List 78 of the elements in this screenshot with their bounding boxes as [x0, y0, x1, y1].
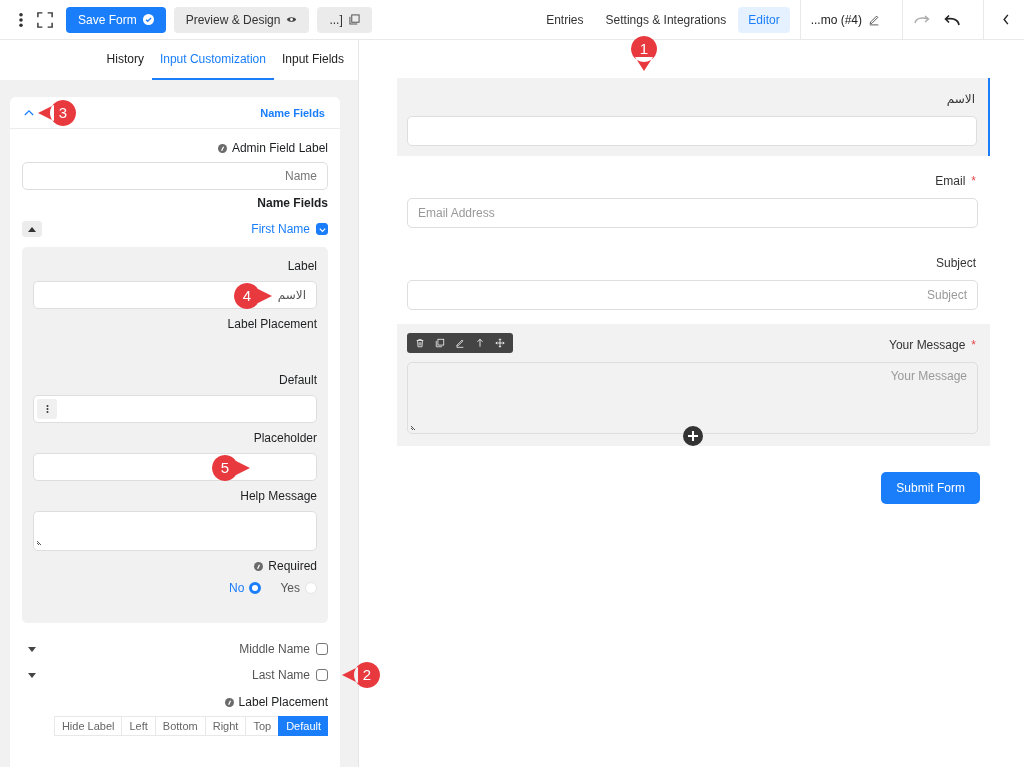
callout-marker: 5 — [212, 455, 250, 481]
radio-label[interactable]: Yes — [280, 581, 300, 595]
field-label: Email — [935, 174, 966, 188]
move-icon[interactable] — [495, 338, 505, 348]
input-field[interactable]: 5 — [33, 453, 317, 481]
segment-button[interactable]: Top — [245, 716, 279, 736]
trash-icon[interactable] — [415, 338, 425, 348]
pencil-icon[interactable] — [455, 338, 465, 348]
subfield-label: First Name — [251, 222, 310, 236]
add-field-icon[interactable] — [682, 426, 703, 446]
check-circle-icon — [142, 14, 154, 25]
info-icon — [254, 561, 264, 571]
shortcode-button[interactable]: ...] — [317, 6, 372, 33]
caret-up-icon — [28, 226, 36, 232]
caret-down-icon[interactable] — [28, 672, 36, 678]
collapse-button[interactable] — [22, 221, 42, 237]
panel-tab[interactable]: Input Fields — [273, 40, 352, 80]
field-label: Subject — [935, 256, 976, 270]
eye-icon — [286, 14, 298, 25]
arrow-up-icon[interactable] — [475, 338, 485, 348]
field-label: Your Message — [889, 338, 966, 352]
field-label: Admin Field Label — [231, 141, 328, 155]
resize-grip-icon[interactable] — [410, 423, 418, 431]
segment-button[interactable]: Hide Label — [53, 716, 122, 736]
menu-icon[interactable] — [18, 11, 24, 28]
field-label: Label — [287, 259, 317, 273]
required-asterisk: * — [971, 338, 976, 352]
nav-tab[interactable]: Settings & Integrations — [595, 6, 737, 33]
caret-down-icon[interactable] — [28, 646, 36, 652]
input-field[interactable] — [33, 395, 317, 423]
callout-marker: 2 — [342, 662, 380, 688]
field-label: Help Message — [240, 489, 317, 503]
preview-design-button[interactable]: Preview & Design — [173, 6, 310, 33]
checkbox[interactable] — [316, 643, 328, 655]
nav-tab[interactable]: Entries — [536, 6, 594, 33]
required-asterisk: * — [971, 174, 976, 188]
segment-button[interactable]: Left — [121, 716, 155, 736]
field-label: Default — [278, 373, 317, 387]
field-heading: Name Fields — [257, 196, 328, 210]
segment-button[interactable]: Right — [204, 716, 246, 736]
field-label: الاسم — [946, 92, 975, 106]
form-title[interactable]: ...mo (#4) — [810, 12, 862, 27]
input-field[interactable]: Name — [22, 162, 328, 190]
callout-marker: 3 — [38, 100, 76, 126]
subfield-label: Middle Name — [239, 642, 310, 656]
field-label: Placeholder — [253, 431, 317, 445]
copy-icon[interactable] — [435, 338, 445, 348]
segment-button[interactable]: Bottom — [154, 716, 205, 736]
copy-icon — [348, 14, 360, 25]
pencil-icon[interactable] — [868, 13, 880, 26]
resize-grip-icon[interactable] — [36, 538, 44, 546]
placeholder-text: Subject — [926, 288, 967, 302]
field-label: Label Placement — [238, 695, 328, 709]
form-field-panel[interactable]: الاسم — [397, 78, 990, 156]
callout-marker: 4 — [234, 283, 272, 309]
radio-button[interactable] — [249, 582, 262, 594]
input-field[interactable] — [407, 116, 977, 146]
nav-tab[interactable]: Editor — [738, 6, 790, 33]
checkbox[interactable] — [316, 223, 328, 235]
placeholder-text: Your Message — [890, 369, 967, 383]
save-form-button[interactable]: Save Form — [66, 6, 166, 33]
panel-tab[interactable]: History — [98, 40, 152, 80]
chevron-icon[interactable] — [24, 109, 34, 116]
checkbox[interactable] — [316, 669, 328, 681]
info-icon — [224, 697, 234, 707]
info-icon — [217, 143, 227, 153]
form-field-panel[interactable]: Your Message * Your Message — [397, 324, 990, 446]
subfield-label: Last Name — [251, 668, 310, 682]
radio-label[interactable]: No — [229, 581, 245, 595]
field-label: Required — [268, 559, 317, 573]
segment-button[interactable]: Default — [278, 716, 328, 736]
callout-marker: 1 — [631, 36, 657, 72]
field-label: Label Placement — [227, 317, 317, 331]
placeholder-text: Email Address — [418, 206, 495, 220]
submit-form-button[interactable]: Submit Form — [881, 472, 980, 504]
panel-tab[interactable]: Input Customization — [151, 40, 274, 80]
section-title[interactable]: Name Fields — [260, 106, 325, 119]
fullscreen-icon[interactable] — [36, 11, 54, 28]
